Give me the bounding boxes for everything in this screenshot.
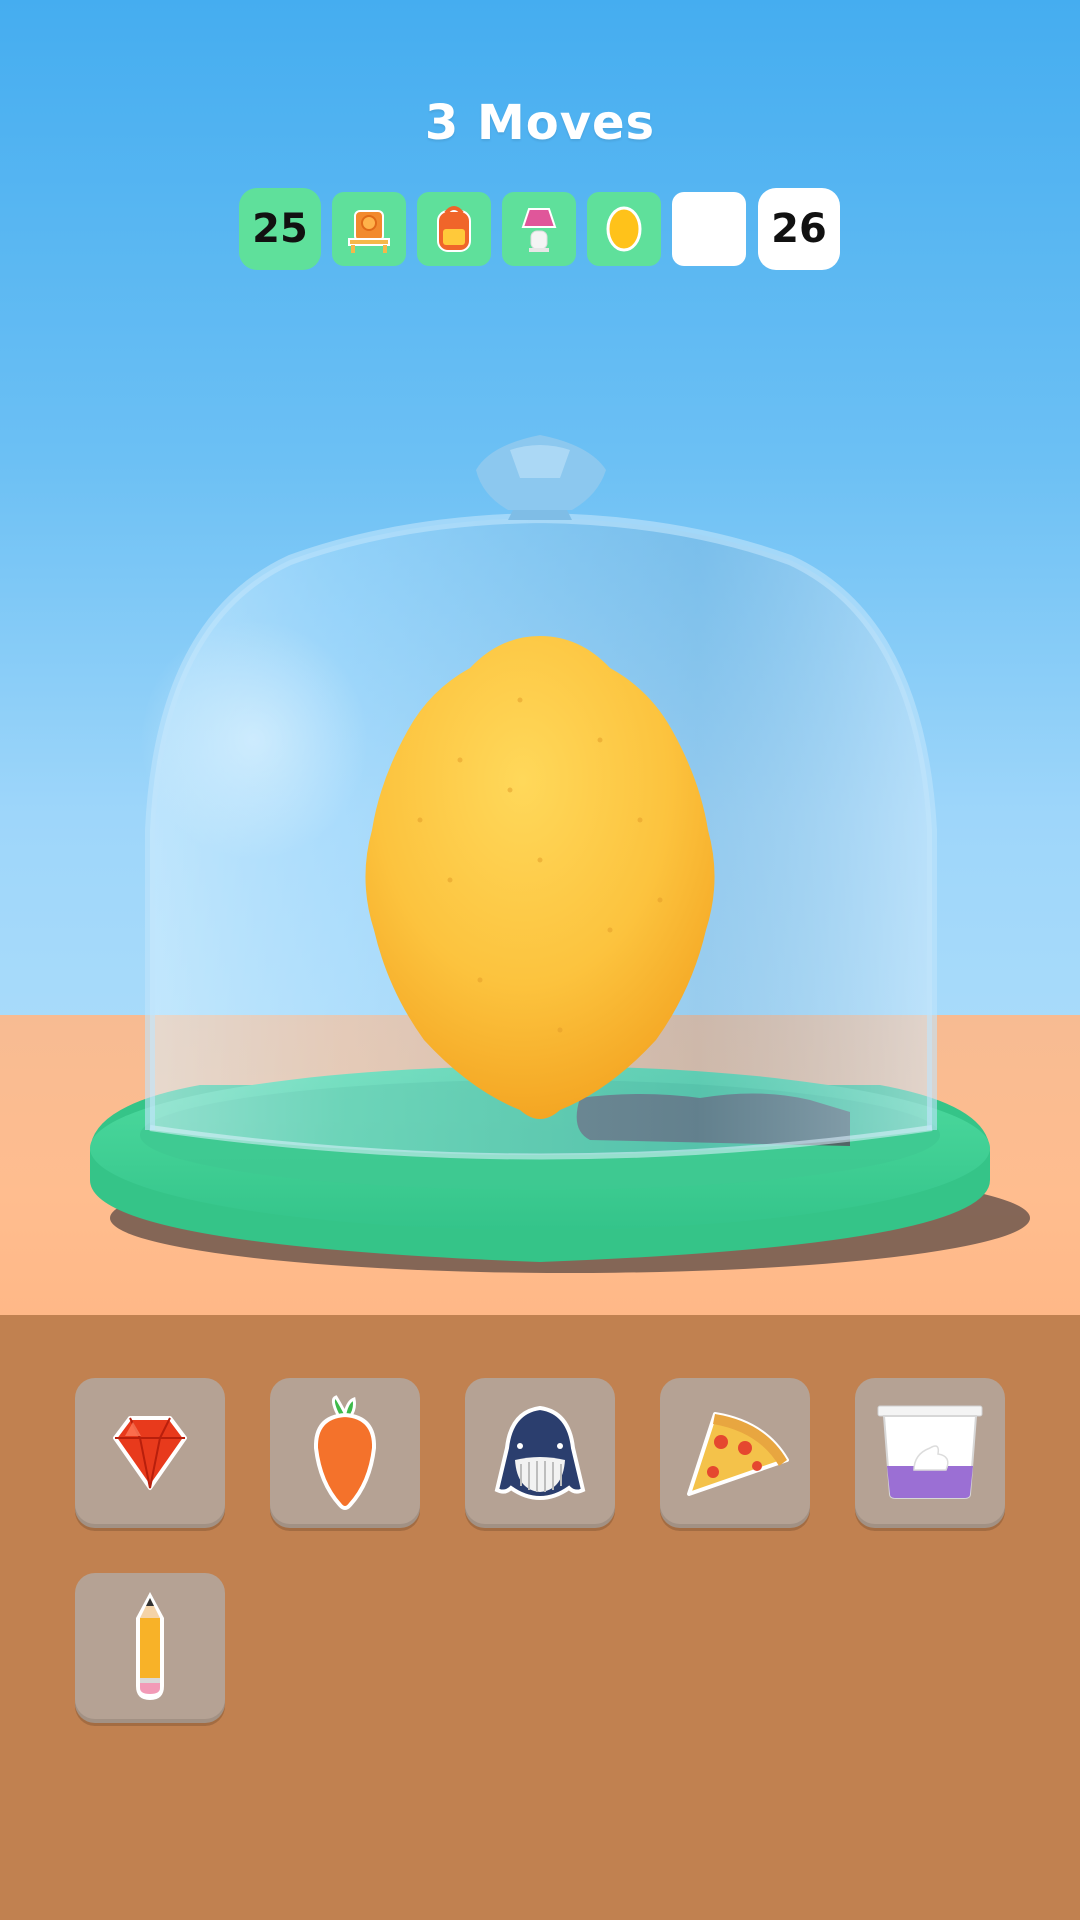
progress-slot-lemon [587, 192, 661, 266]
lamp-icon [521, 208, 557, 252]
tray-item-pencil[interactable] [75, 1573, 225, 1723]
lemon-icon [606, 206, 642, 252]
tray-item-carrot[interactable] [270, 1378, 420, 1528]
moves-counter: 3 Moves [424, 95, 656, 151]
tray-item-yogurt[interactable] [855, 1378, 1005, 1528]
tray-item-gem[interactable] [75, 1378, 225, 1528]
train-icon [348, 210, 390, 253]
carrot-icon [313, 1395, 377, 1510]
level-progress-bar: 25 26 [0, 188, 1080, 272]
pizza-slice-icon [687, 1412, 789, 1496]
progress-slot-backpack [417, 192, 491, 266]
progress-slot-train [332, 192, 406, 266]
whale-icon [494, 1405, 586, 1501]
tray-item-whale[interactable] [465, 1378, 615, 1528]
next-level-badge: 26 [758, 188, 840, 270]
backpack-icon [437, 206, 471, 252]
item-tray [0, 1315, 1080, 1920]
yogurt-icon [877, 1405, 983, 1499]
game-scene: 3 Moves 25 26 [0, 0, 1080, 1315]
pencil-icon [136, 1592, 164, 1700]
gem-icon [113, 1416, 187, 1490]
progress-slot-lamp [502, 192, 576, 266]
tray-item-pizza[interactable] [660, 1378, 810, 1528]
progress-slot-empty [672, 192, 746, 266]
current-level-badge: 25 [239, 188, 321, 270]
